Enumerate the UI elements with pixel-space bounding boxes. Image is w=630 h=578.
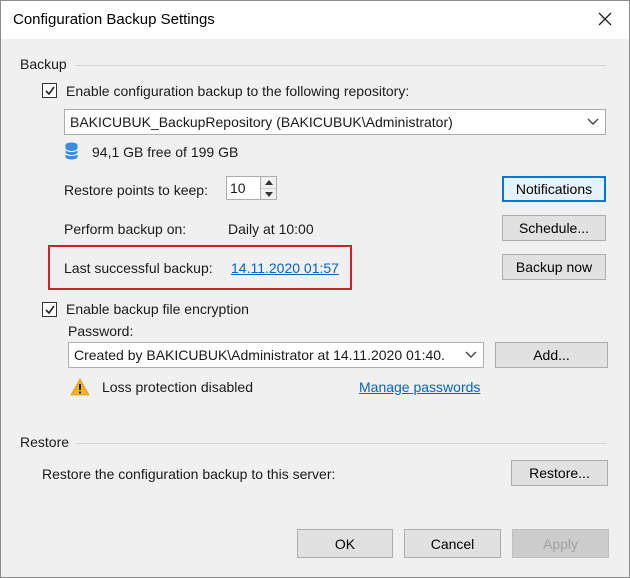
notifications-button[interactable]: Notifications <box>502 176 606 202</box>
restore-points-label: Restore points to keep: <box>64 182 208 198</box>
stepper-buttons <box>260 177 276 199</box>
dialog-footer: OK Cancel Apply <box>1 513 629 577</box>
apply-button[interactable]: Apply <box>512 529 609 558</box>
database-icon <box>65 142 78 160</box>
restore-button[interactable]: Restore... <box>511 460 608 486</box>
backup-section-title: Backup <box>20 56 67 72</box>
stepper-up-icon[interactable] <box>261 177 276 188</box>
close-icon[interactable] <box>593 7 617 31</box>
restore-points-stepper[interactable]: 10 <box>226 176 277 200</box>
restore-points-value: 10 <box>230 180 246 196</box>
schedule-button[interactable]: Schedule... <box>502 215 606 241</box>
restore-description: Restore the configuration backup to this… <box>42 466 336 482</box>
loss-protection-text: Loss protection disabled <box>102 379 253 395</box>
encryption-checkbox[interactable] <box>42 302 57 317</box>
last-backup-link[interactable]: 14.11.2020 01:57 <box>231 260 339 276</box>
perform-backup-value: Daily at 10:00 <box>228 221 314 237</box>
checkmark-icon <box>44 305 55 314</box>
perform-backup-label: Perform backup on: <box>64 221 187 237</box>
dialog-window: Configuration Backup Settings Backup Ena… <box>0 0 630 578</box>
password-value: Created by BAKICUBUK\Administrator at 14… <box>74 347 445 363</box>
ok-button[interactable]: OK <box>297 529 393 558</box>
password-label: Password: <box>68 323 134 339</box>
cancel-button[interactable]: Cancel <box>404 529 501 558</box>
stepper-down-icon[interactable] <box>261 188 276 199</box>
restore-group-line <box>76 443 606 444</box>
repository-value: BAKICUBUK_BackupRepository (BAKICUBUK\Ad… <box>70 114 453 130</box>
manage-passwords-link[interactable]: Manage passwords <box>359 379 480 395</box>
title-bar: Configuration Backup Settings <box>1 1 629 39</box>
encryption-label: Enable backup file encryption <box>66 301 249 317</box>
repository-select[interactable]: BAKICUBUK_BackupRepository (BAKICUBUK\Ad… <box>64 109 606 135</box>
backup-group-line <box>76 65 606 66</box>
enable-backup-checkbox[interactable] <box>42 83 57 98</box>
add-password-button[interactable]: Add... <box>495 342 608 368</box>
free-space-text: 94,1 GB free of 199 GB <box>92 144 239 160</box>
checkmark-icon <box>44 86 55 95</box>
enable-backup-label: Enable configuration backup to the follo… <box>66 83 410 99</box>
last-backup-label: Last successful backup: <box>64 260 213 276</box>
backup-now-button[interactable]: Backup now <box>502 254 606 280</box>
restore-section-title: Restore <box>20 434 70 450</box>
warning-icon <box>70 378 90 396</box>
password-select[interactable]: Created by BAKICUBUK\Administrator at 14… <box>68 342 484 368</box>
dialog-title: Configuration Backup Settings <box>13 11 215 28</box>
chevron-down-icon <box>465 351 477 358</box>
chevron-down-icon <box>587 118 599 125</box>
